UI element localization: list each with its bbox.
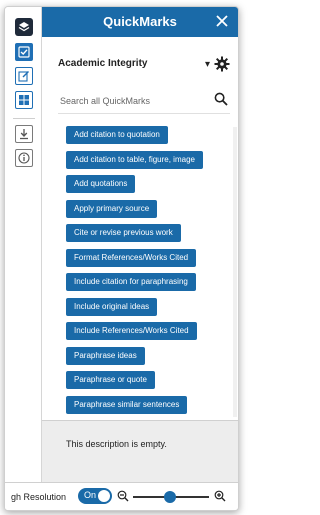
quickmark-button[interactable]: Include References/Works Cited bbox=[66, 322, 197, 340]
quickmark-button[interactable]: Paraphrase or quote bbox=[66, 371, 155, 389]
toggle-knob bbox=[98, 490, 110, 502]
download-rail-button[interactable] bbox=[15, 125, 33, 143]
zoom-in-icon[interactable] bbox=[214, 490, 226, 502]
quickmark-set-selector[interactable]: Academic Integrity ▾ bbox=[58, 56, 230, 74]
rubric-rail-button[interactable] bbox=[15, 91, 33, 109]
zoom-slider-handle[interactable] bbox=[164, 491, 176, 503]
quickmark-list: Add citation to quotation Add citation to… bbox=[66, 126, 236, 420]
edit-icon bbox=[18, 71, 29, 82]
description-text: This description is empty. bbox=[66, 439, 167, 449]
panel-header: QuickMarks bbox=[42, 7, 238, 37]
layers-button[interactable] bbox=[15, 18, 33, 36]
close-icon[interactable] bbox=[214, 13, 230, 29]
search-bar bbox=[58, 89, 230, 114]
layers-icon bbox=[18, 22, 30, 32]
quickmarks-rail-button[interactable] bbox=[15, 43, 33, 61]
quickmark-button[interactable]: Include citation for paraphrasing bbox=[66, 273, 196, 291]
quickmarks-window: QuickMarks Academic Integrity ▾ Search a… bbox=[4, 6, 239, 511]
feedback-rail-button[interactable] bbox=[15, 67, 33, 85]
gear-icon[interactable] bbox=[214, 56, 230, 72]
checkbox-icon bbox=[18, 46, 30, 58]
caret-down-icon[interactable]: ▾ bbox=[205, 59, 210, 70]
quickmark-button[interactable]: Include original ideas bbox=[66, 297, 158, 316]
quickmark-button[interactable]: Cite or revise previous work bbox=[66, 224, 181, 242]
quickmark-button[interactable]: Paraphrase similar sentences bbox=[66, 395, 188, 414]
quickmark-button[interactable]: Apply primary source bbox=[66, 199, 158, 218]
download-icon bbox=[20, 129, 28, 140]
toggle-label: On bbox=[84, 490, 97, 500]
quickmark-button[interactable]: Add quotations bbox=[66, 175, 136, 193]
quickmark-button[interactable]: Add citation to table, figure, image bbox=[66, 150, 203, 169]
info-icon bbox=[18, 152, 30, 164]
panel-title: QuickMarks bbox=[103, 14, 177, 29]
zoom-out-icon[interactable] bbox=[117, 490, 129, 502]
search-icon[interactable] bbox=[214, 92, 228, 106]
side-rail bbox=[5, 7, 42, 510]
quickmark-button[interactable]: Format References/Works Cited bbox=[66, 248, 197, 267]
search-input[interactable] bbox=[58, 89, 212, 113]
quickmark-set-name: Academic Integrity bbox=[58, 58, 148, 69]
zoom-slider[interactable] bbox=[133, 491, 209, 503]
info-rail-button[interactable] bbox=[15, 149, 33, 167]
footer-bar: gh Resolution On bbox=[5, 482, 238, 510]
high-resolution-label: gh Resolution bbox=[11, 492, 67, 502]
description-area: This description is empty. bbox=[42, 420, 238, 483]
high-resolution-toggle[interactable]: On bbox=[78, 488, 112, 504]
rail-divider bbox=[13, 118, 35, 119]
quickmarks-panel: QuickMarks Academic Integrity ▾ Search a… bbox=[42, 7, 238, 510]
quickmark-button[interactable]: Add citation to quotation bbox=[66, 126, 168, 144]
grid-icon bbox=[19, 95, 29, 105]
list-scrollbar[interactable] bbox=[233, 127, 237, 417]
quickmark-button[interactable]: Paraphrase ideas bbox=[66, 346, 145, 365]
